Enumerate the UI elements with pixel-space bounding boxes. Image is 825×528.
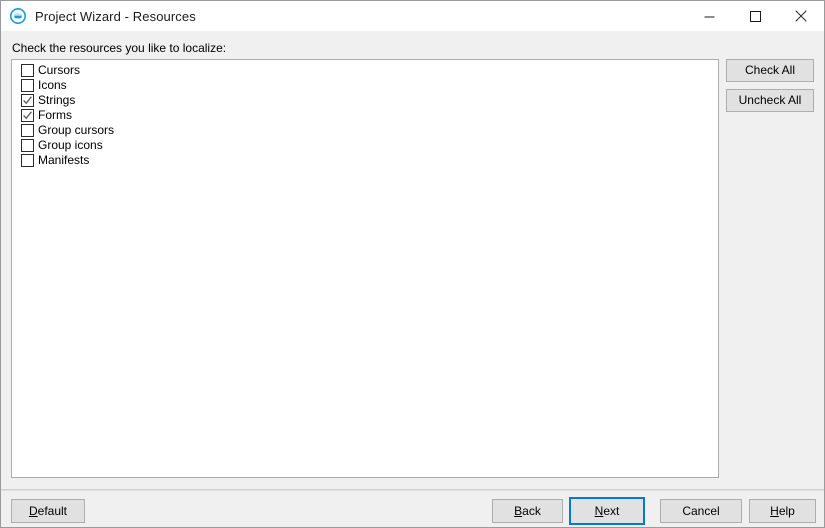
list-item-label: Strings xyxy=(38,93,76,107)
side-button-group: Check All Uncheck All xyxy=(726,59,814,119)
check-all-button[interactable]: Check All xyxy=(726,59,814,82)
help-button-label: elp xyxy=(778,504,795,518)
list-item-label: Manifests xyxy=(38,153,90,167)
minimize-icon[interactable] xyxy=(686,1,732,31)
list-item-label: Forms xyxy=(38,108,72,122)
default-button[interactable]: Default xyxy=(11,499,85,523)
help-button-mnemonic: H xyxy=(770,504,779,518)
check-icon xyxy=(23,96,32,105)
list-item-label: Icons xyxy=(38,78,67,92)
next-button-label: ext xyxy=(603,504,620,518)
list-item[interactable]: Strings xyxy=(12,93,718,108)
instruction-label: Check the resources you like to localize… xyxy=(12,41,227,55)
list-item[interactable]: Forms xyxy=(12,108,718,123)
check-icon xyxy=(23,111,32,120)
checkbox-strings[interactable] xyxy=(21,94,34,107)
list-item[interactable]: Icons xyxy=(12,78,718,93)
maximize-icon[interactable] xyxy=(732,1,778,31)
list-item-label: Group icons xyxy=(38,138,103,152)
close-icon[interactable] xyxy=(778,1,824,31)
project-wizard-icon xyxy=(10,8,26,24)
checkbox-group-icons[interactable] xyxy=(21,139,34,152)
list-item[interactable]: Cursors xyxy=(12,63,718,78)
window-title: Project Wizard - Resources xyxy=(35,8,196,24)
back-button[interactable]: Back xyxy=(492,499,563,523)
checkbox-cursors[interactable] xyxy=(21,64,34,77)
back-button-mnemonic: B xyxy=(514,504,523,518)
default-button-mnemonic: D xyxy=(28,504,38,518)
checkbox-manifests[interactable] xyxy=(21,154,34,167)
list-item[interactable]: Group icons xyxy=(12,138,718,153)
default-button-label: efault xyxy=(37,504,68,518)
help-button[interactable]: Help xyxy=(749,499,816,523)
checkbox-forms[interactable] xyxy=(21,109,34,122)
checkbox-icons[interactable] xyxy=(21,79,34,92)
client-area: Check the resources you like to localize… xyxy=(1,31,824,527)
resource-list-box[interactable]: Cursors Icons Strings Forms Group cursor… xyxy=(11,59,719,478)
uncheck-all-button[interactable]: Uncheck All xyxy=(726,89,814,112)
footer-button-bar: Default Back Next Cancel Help xyxy=(1,492,824,528)
list-item-label: Cursors xyxy=(38,63,81,77)
checkbox-group-cursors[interactable] xyxy=(21,124,34,137)
project-wizard-window: Project Wizard - Resources Check the res… xyxy=(0,0,825,528)
list-item-label: Group cursors xyxy=(38,123,115,137)
cancel-button[interactable]: Cancel xyxy=(660,499,742,523)
footer-separator xyxy=(1,489,824,491)
title-bar: Project Wizard - Resources xyxy=(1,1,824,31)
next-button[interactable]: Next xyxy=(569,497,645,525)
list-item[interactable]: Group cursors xyxy=(12,123,718,138)
list-item[interactable]: Manifests xyxy=(12,153,718,168)
back-button-label: ack xyxy=(522,504,541,518)
window-controls xyxy=(686,1,824,31)
